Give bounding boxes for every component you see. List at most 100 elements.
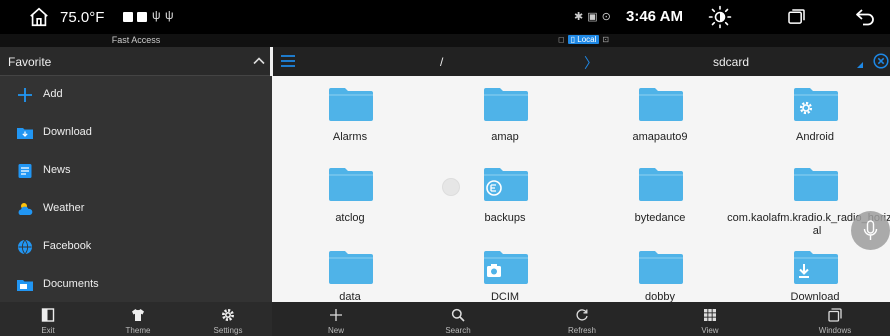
search-button[interactable]: Search	[418, 302, 498, 336]
chevron-up-icon[interactable]	[252, 54, 266, 68]
folder-item[interactable]: Alarms	[275, 76, 425, 150]
folder-name: bytedance	[634, 212, 686, 224]
folder-item[interactable]: DCIM	[430, 239, 580, 302]
weather-icon	[18, 203, 33, 215]
shirt-icon	[132, 309, 144, 321]
folder-name: DCIM	[490, 291, 520, 302]
breadcrumb-root[interactable]: /	[440, 55, 443, 69]
camera-folder-icon	[484, 251, 528, 284]
folder-name: backups	[484, 212, 526, 224]
voice-button[interactable]	[851, 211, 890, 250]
folder-item[interactable]: dobby	[585, 239, 735, 302]
file-grid: Alarms amap amapauto9 Android atclog bac…	[272, 76, 890, 302]
notification-square-icon	[123, 12, 133, 22]
breadcrumb-current[interactable]: sdcard	[713, 55, 749, 69]
location-icon: ⊙	[601, 11, 615, 23]
folder-icon	[639, 251, 683, 284]
toolbar-label: New	[327, 326, 344, 335]
recent-apps-icon[interactable]	[788, 9, 805, 24]
close-icon[interactable]	[873, 53, 889, 69]
windows-icon	[828, 308, 842, 322]
favorite-item-add[interactable]: Add	[0, 76, 272, 114]
folder-name: data	[339, 291, 361, 302]
network-storage-icon[interactable]: ⊡	[602, 35, 609, 44]
download-folder-icon	[17, 128, 33, 139]
signal-icon: ▣	[587, 11, 602, 23]
favorite-item-label: Download	[43, 126, 92, 138]
bluetooth-icon: ✱	[574, 11, 588, 23]
view-button[interactable]: View	[670, 302, 750, 336]
android-folder-icon	[794, 88, 838, 121]
folder-item[interactable]: amap	[430, 76, 580, 150]
favorite-header[interactable]: Favorite	[0, 47, 272, 76]
favorite-item-label: Facebook	[43, 240, 92, 252]
favorite-item-label: Documents	[43, 278, 99, 290]
folder-icon	[329, 88, 373, 121]
favorite-title: Favorite	[8, 55, 52, 69]
favorite-item-label: Weather	[43, 202, 85, 214]
favorite-item-news[interactable]: News	[0, 152, 272, 190]
toolbar-label: Refresh	[567, 326, 596, 335]
usb-icon: ψ	[152, 8, 161, 22]
folder-item[interactable]: data	[275, 239, 425, 302]
storage-selector[interactable]: ◻ ▯ Local ⊡	[555, 35, 612, 44]
windows-button[interactable]: Windows	[795, 302, 875, 336]
folder-icon	[329, 168, 373, 201]
refresh-icon	[576, 309, 588, 321]
toolbar-label: Exit	[41, 326, 55, 335]
fast-access-label: Fast Access	[0, 34, 272, 47]
favorite-list: Add Download News Weather Facebook Docum…	[0, 76, 272, 304]
folder-item[interactable]: atclog	[275, 156, 425, 230]
breadcrumb-separator-icon: 〉	[584, 55, 598, 71]
grid-icon	[704, 309, 716, 321]
favorite-item-facebook[interactable]: Facebook	[0, 228, 272, 266]
toolbar-label: Windows	[818, 326, 852, 335]
folder-name: Download	[790, 291, 840, 302]
microphone-icon	[863, 220, 878, 240]
favorite-item-download[interactable]: Download	[0, 114, 272, 152]
folder-item[interactable]: Android	[740, 76, 890, 150]
backup-folder-icon	[484, 168, 528, 201]
notification-square-icon	[137, 12, 147, 22]
toolbar-label: View	[701, 326, 719, 335]
settings-button[interactable]: Settings	[188, 302, 268, 336]
left-toolbar: Exit Theme Settings	[0, 302, 272, 336]
folder-item[interactable]: bytedance	[585, 156, 735, 230]
favorite-item-weather[interactable]: Weather	[0, 190, 272, 228]
folder-name: dobby	[645, 291, 675, 302]
menu-icon[interactable]	[281, 55, 295, 67]
folder-icon	[639, 88, 683, 121]
toolbar-label: Settings	[213, 326, 243, 335]
storage-square-icon: ◻	[558, 35, 565, 44]
gear-icon	[222, 309, 234, 321]
favorites-panel: Fast Access Favorite Add Download News W…	[0, 34, 272, 302]
new-button[interactable]: New	[296, 302, 376, 336]
favorite-item-label: Add	[43, 88, 63, 100]
theme-button[interactable]: Theme	[98, 302, 178, 336]
brightness-icon[interactable]	[708, 5, 732, 29]
status-bar: 75.0°F ψ ψ ✱▣⊙ 3:46 AM	[0, 0, 890, 34]
globe-icon	[18, 239, 32, 255]
folder-name: Alarms	[332, 131, 368, 143]
exit-icon	[41, 308, 55, 322]
search-icon	[451, 308, 465, 322]
folder-icon	[329, 251, 373, 284]
folder-name: Android	[796, 131, 834, 143]
refresh-button[interactable]: Refresh	[542, 302, 622, 336]
floating-drag-handle[interactable]	[442, 178, 460, 196]
documents-icon	[17, 280, 33, 291]
plus-icon	[330, 309, 342, 321]
plus-icon	[18, 88, 32, 102]
local-storage-chip[interactable]: ▯ Local	[567, 35, 600, 44]
back-icon[interactable]	[855, 8, 875, 26]
favorite-item-label: News	[43, 164, 71, 176]
favorite-item-documents[interactable]: Documents	[0, 266, 272, 304]
folder-item[interactable]: amapauto9	[585, 76, 735, 150]
home-icon[interactable]	[28, 6, 50, 28]
folder-icon	[794, 168, 838, 201]
folder-name: atclog	[335, 212, 365, 224]
phone-icon: ▯	[570, 35, 576, 44]
panel-divider[interactable]	[270, 47, 273, 76]
exit-button[interactable]: Exit	[8, 302, 88, 336]
folder-name: amap	[491, 131, 519, 143]
